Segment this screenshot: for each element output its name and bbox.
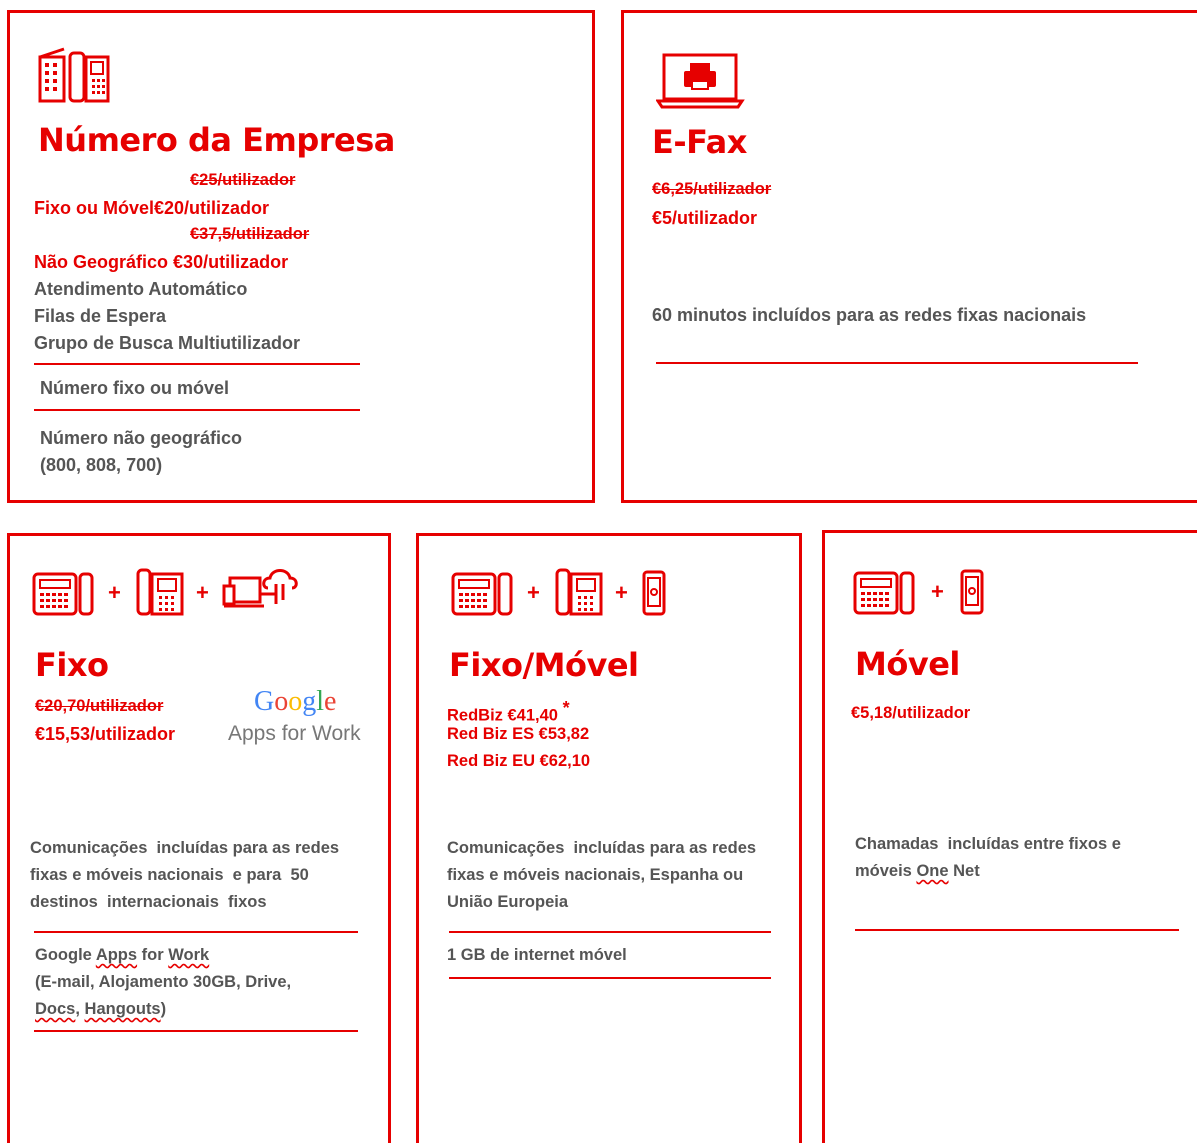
- feature-item: Filas de Espera: [34, 306, 167, 326]
- price-item: RedBiz €41,40 *: [447, 698, 570, 726]
- price-label: Fixo ou Móvel: [34, 198, 155, 218]
- option-item: Número não geográfico: [40, 428, 243, 448]
- desk-phone-icon: [451, 566, 515, 618]
- plus-sign: +: [931, 579, 944, 604]
- price-item: Red Biz ES €53,82: [447, 725, 590, 743]
- plus-sign: +: [108, 580, 121, 605]
- divider: [855, 929, 1179, 931]
- price-value: €5/utilizador: [652, 208, 758, 228]
- divider: [656, 362, 1138, 364]
- description-line: Comunicações incluídas para as redes: [30, 839, 340, 857]
- old-price: €6,25/utilizador: [652, 180, 772, 198]
- card-title: Móvel: [855, 645, 960, 683]
- extra-info: 1 GB de internet móvel: [447, 946, 627, 964]
- extra-text: Apps: [95, 946, 138, 964]
- extra-text: Hangouts: [84, 1000, 161, 1018]
- description-line: União Europeia: [447, 893, 569, 911]
- logo-letter: l: [316, 686, 325, 717]
- extra-text: (E-mail, Alojamento 30GB, Drive,: [35, 973, 292, 991]
- logo-letter: G: [254, 686, 275, 717]
- divider: [34, 363, 360, 365]
- card-numero-empresa: Número da Empresa €25/utilizador Fixo ou…: [7, 10, 595, 503]
- extra-text: ,: [75, 1000, 85, 1018]
- price-label: Não Geográfico: [34, 252, 169, 272]
- feature-item: Grupo de Busca Multiutilizador: [34, 333, 301, 353]
- logo-letter: o: [274, 686, 289, 717]
- plus-sign: +: [196, 580, 209, 605]
- extra-text: ): [160, 1000, 167, 1018]
- plus-sign: +: [527, 580, 540, 605]
- option-item: (800, 808, 700): [40, 455, 163, 475]
- logo-letter: e: [324, 686, 337, 717]
- card-title: Fixo: [35, 646, 109, 684]
- office-phone-icon: [555, 566, 605, 618]
- card-efax: E-Fax €6,25/utilizador €5/utilizador 60 …: [621, 10, 1197, 503]
- description: Chamadas incluídas entre fixos e móveis …: [855, 831, 1195, 885]
- card-title: E-Fax: [652, 123, 747, 161]
- extra-text: for: [137, 946, 169, 964]
- card-fixo-movel: + + Fixo/Móvel RedBiz €41,40 * Red Biz E…: [416, 533, 802, 1143]
- mobile-phone-icon: [959, 567, 985, 617]
- laptop-cloud-icon: [222, 564, 302, 614]
- price-row-fixo: Fixo ou Móvel€20/utilizador: [34, 198, 269, 219]
- price-value: €5,18/utilizador: [851, 704, 971, 722]
- price-value: €15,53/utilizador: [35, 724, 176, 744]
- divider: [34, 1030, 358, 1032]
- logo-letter: o: [288, 686, 303, 717]
- extra-info: Google Apps for Work (E-mail, Alojamento…: [35, 942, 375, 1023]
- plus-sign: +: [615, 580, 628, 605]
- card-movel: + Móvel €5,18/utilizador Chamadas incluí…: [822, 530, 1197, 1143]
- mobile-phone-icon: [641, 568, 667, 618]
- old-price: €25/utilizador: [190, 171, 296, 189]
- description-line: destinos internacionais fixos: [30, 893, 267, 911]
- description: Comunicações incluídas para as redes fix…: [447, 835, 797, 916]
- laptop-fax-icon: [656, 53, 746, 111]
- divider: [34, 931, 358, 933]
- extra-text: Google: [35, 946, 96, 964]
- description-text: Net: [948, 862, 980, 880]
- description-text: One: [916, 862, 949, 880]
- old-price: €37,5/utilizador: [190, 225, 310, 243]
- description-line: fixas e móveis nacionais, Espanha ou: [447, 866, 744, 884]
- price-value: €30/utilizador: [173, 252, 289, 272]
- description: Comunicações incluídas para as redes fix…: [30, 835, 380, 916]
- office-phone-icon: [38, 45, 112, 105]
- description-line: fixas e móveis nacionais e para 50: [30, 866, 309, 884]
- divider: [449, 931, 771, 933]
- desk-phone-icon: [32, 566, 96, 618]
- option-item: Número fixo ou móvel: [40, 378, 230, 398]
- price-value: RedBiz €41,40: [447, 706, 558, 725]
- google-logo: Google: [254, 686, 336, 718]
- card-title: Número da Empresa: [38, 121, 395, 159]
- price-row-nao-geografico: Não Geográfico €30/utilizador: [34, 252, 288, 273]
- extra-text: Work: [168, 946, 210, 964]
- feature-item: Atendimento Automático: [34, 279, 248, 299]
- card-fixo: + + Fixo €20,70/utilizador €15,53/utiliz…: [7, 533, 391, 1143]
- google-apps-subtitle: Apps for Work: [228, 722, 361, 745]
- office-phone-icon: [136, 566, 186, 618]
- description-text: móveis: [855, 862, 917, 880]
- price-value: €20/utilizador: [154, 198, 270, 218]
- divider: [449, 977, 771, 979]
- logo-letter: g: [302, 686, 317, 717]
- asterisk: *: [562, 698, 570, 718]
- desk-phone-icon: [853, 565, 917, 617]
- old-price: €20,70/utilizador: [35, 697, 164, 715]
- extra-text: Docs: [35, 1000, 76, 1018]
- description-line: Chamadas incluídas entre fixos e: [855, 835, 1121, 853]
- divider: [34, 409, 360, 411]
- description-line: Comunicações incluídas para as redes: [447, 839, 757, 857]
- description: 60 minutos incluídos para as redes fixas…: [652, 305, 1087, 325]
- price-item: Red Biz EU €62,10: [447, 752, 591, 770]
- card-title: Fixo/Móvel: [449, 646, 639, 684]
